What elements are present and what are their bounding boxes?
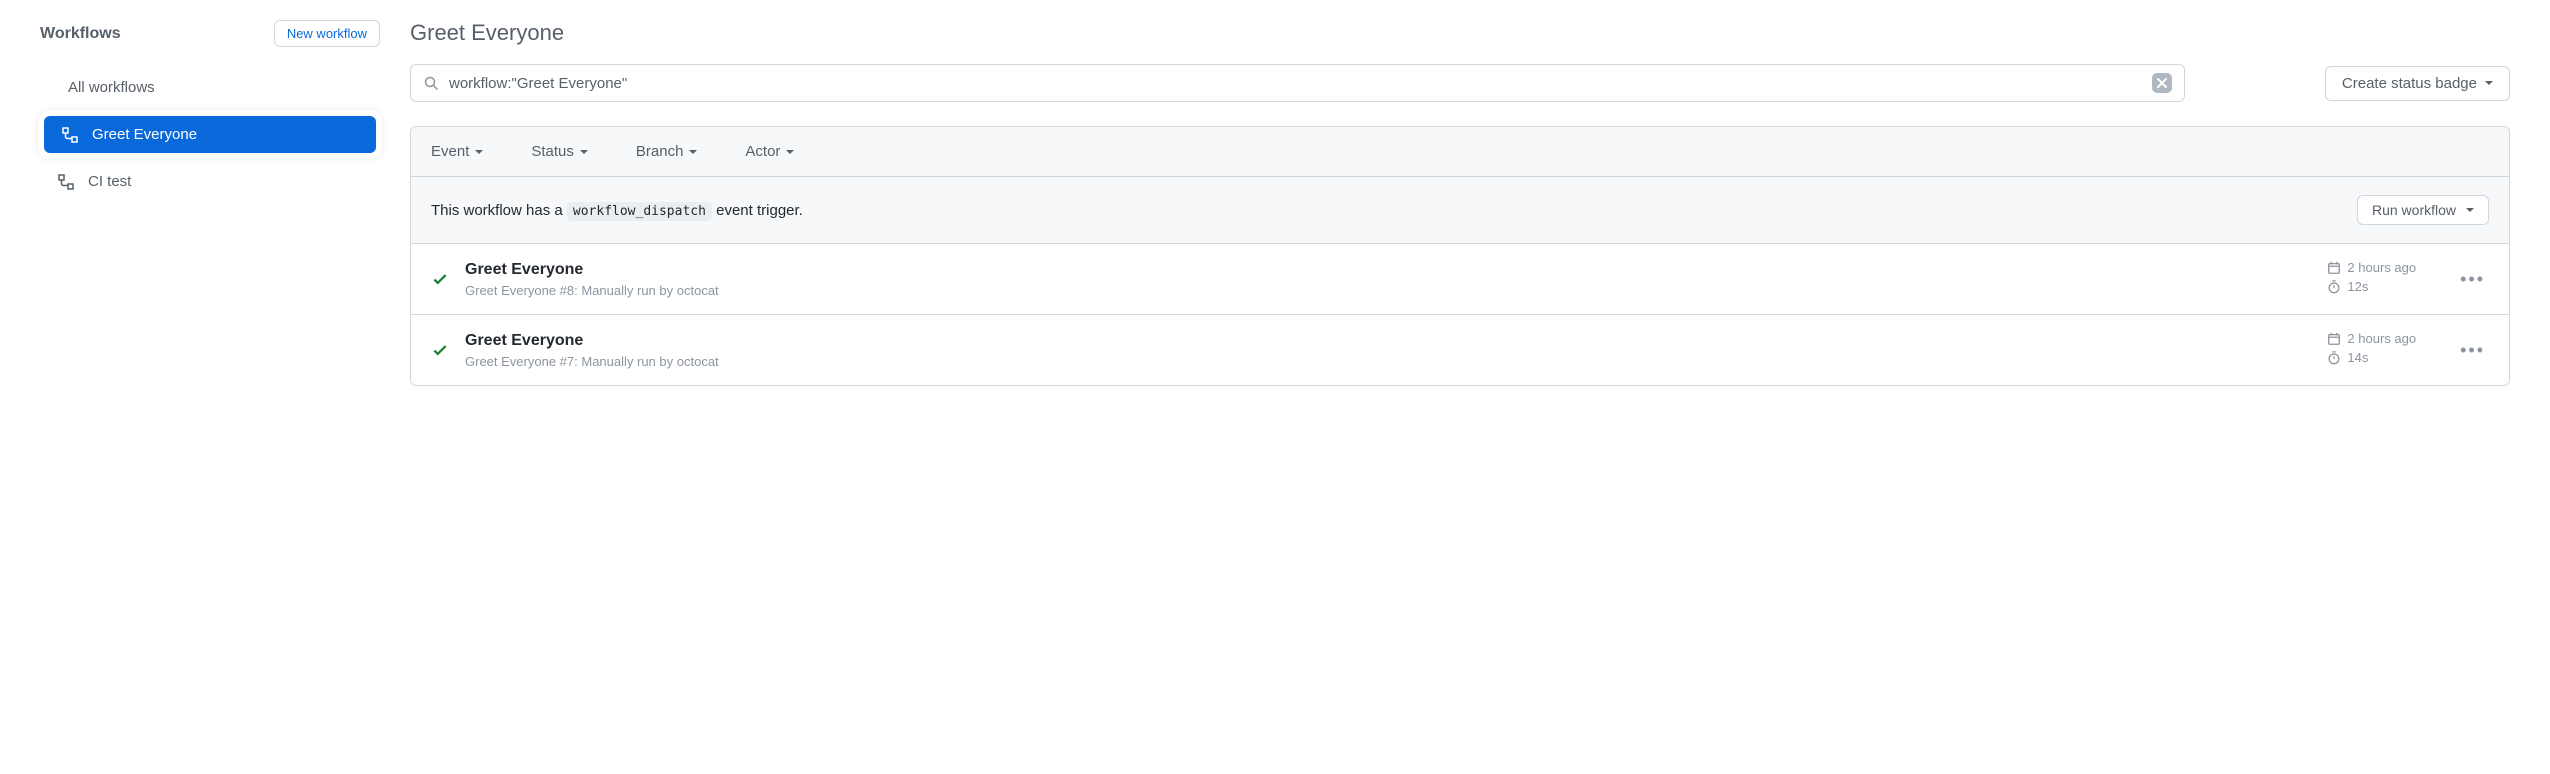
filter-event[interactable]: Event [431,143,483,160]
page-title: Greet Everyone [410,20,2510,46]
caret-down-icon [2466,208,2474,212]
calendar-icon [2327,261,2341,275]
workflow-run-row[interactable]: Greet Everyone Greet Everyone #7: Manual… [411,315,2509,385]
caret-down-icon [580,150,588,154]
run-info: Greet Everyone Greet Everyone #8: Manual… [465,261,2327,298]
caret-down-icon [786,150,794,154]
runs-panel: Event Status Branch Actor This workflow … [410,126,2510,386]
sidebar-item-greet-everyone[interactable]: Greet Everyone [44,116,376,153]
success-check-icon [431,341,449,359]
sidebar-item-label: All workflows [68,79,155,96]
sidebar-item-ci-test[interactable]: CI test [40,165,380,198]
clear-search-icon[interactable] [2152,73,2172,93]
workflow-icon [58,174,74,190]
run-info: Greet Everyone Greet Everyone #7: Manual… [465,332,2327,369]
run-title: Greet Everyone [465,332,2327,350]
workflow-dispatch-notice: This workflow has a workflow_dispatch ev… [411,177,2509,244]
sidebar-item-label: CI test [88,173,131,190]
search-field[interactable] [410,64,2185,102]
run-title: Greet Everyone [465,261,2327,279]
sidebar: Workflows New workflow All workflows Gre… [40,20,380,386]
sidebar-item-all-workflows[interactable]: All workflows [40,71,380,104]
caret-down-icon [689,150,697,154]
caret-down-icon [2485,81,2493,85]
run-meta: 2 hours ago 14s [2327,331,2416,369]
workflow-icon [62,127,78,143]
filter-branch[interactable]: Branch [636,143,698,160]
run-subtitle: Greet Everyone #8: Manually run by octoc… [465,283,2327,298]
filter-status[interactable]: Status [531,143,588,160]
run-workflow-button[interactable]: Run workflow [2357,195,2489,225]
create-status-badge-button[interactable]: Create status badge [2325,66,2510,101]
stopwatch-icon [2327,280,2341,294]
new-workflow-button[interactable]: New workflow [274,20,380,47]
button-label: Create status badge [2342,75,2477,92]
sidebar-title: Workflows [40,25,121,43]
sidebar-item-label: Greet Everyone [92,126,197,143]
workflow-run-row[interactable]: Greet Everyone Greet Everyone #8: Manual… [411,244,2509,315]
success-check-icon [431,270,449,288]
filter-bar: Event Status Branch Actor [411,127,2509,177]
dispatch-text: This workflow has a workflow_dispatch ev… [431,202,803,219]
run-subtitle: Greet Everyone #7: Manually run by octoc… [465,354,2327,369]
filter-actor[interactable]: Actor [745,143,794,160]
calendar-icon [2327,332,2341,346]
run-menu-button[interactable]: ••• [2456,265,2489,294]
stopwatch-icon [2327,351,2341,365]
search-icon [423,75,439,91]
run-menu-button[interactable]: ••• [2456,336,2489,365]
run-meta: 2 hours ago 12s [2327,260,2416,298]
main-content: Greet Everyone Create status badge Event… [410,20,2510,386]
button-label: Run workflow [2372,202,2456,218]
caret-down-icon [475,150,483,154]
search-input[interactable] [449,75,2152,92]
